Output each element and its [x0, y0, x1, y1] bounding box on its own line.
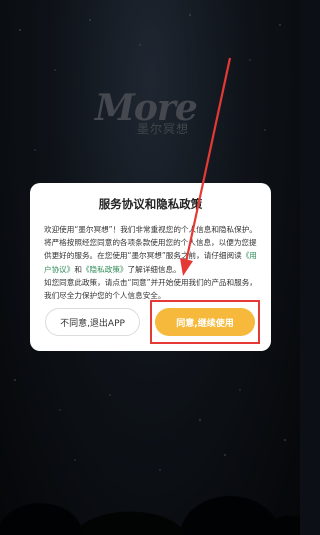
- dialog-paragraph-1: 欢迎使用“墨尔冥想”！我们非常重视您的个人信息和隐私保护。将严格按照经您同意的各…: [44, 223, 259, 276]
- dialog-paragraph-2: 如您同意此政策，请点击“同意”并开始使用我们的产品和服务，我们尽全力保护您的个人…: [44, 277, 257, 301]
- dialog-body: 欢迎使用“墨尔冥想”！我们非常重视您的个人信息和隐私保护。将严格按照经您同意的各…: [44, 223, 259, 302]
- dialog-title: 服务协议和隐私政策: [98, 197, 203, 211]
- privacy-policy-link[interactable]: 《隐私政策》: [82, 265, 128, 274]
- paragraph-1-outro: 了解详细信息。: [127, 264, 181, 274]
- paragraph-1-intro: 欢迎使用“墨尔冥想”！我们非常重视您的个人信息和隐私保护。将严格按照经您同意的各…: [44, 225, 257, 261]
- decline-exit-button[interactable]: 不同意,退出APP: [45, 308, 140, 336]
- annotation-highlight-box: [150, 300, 260, 344]
- paragraph-1-and: 和: [74, 264, 82, 274]
